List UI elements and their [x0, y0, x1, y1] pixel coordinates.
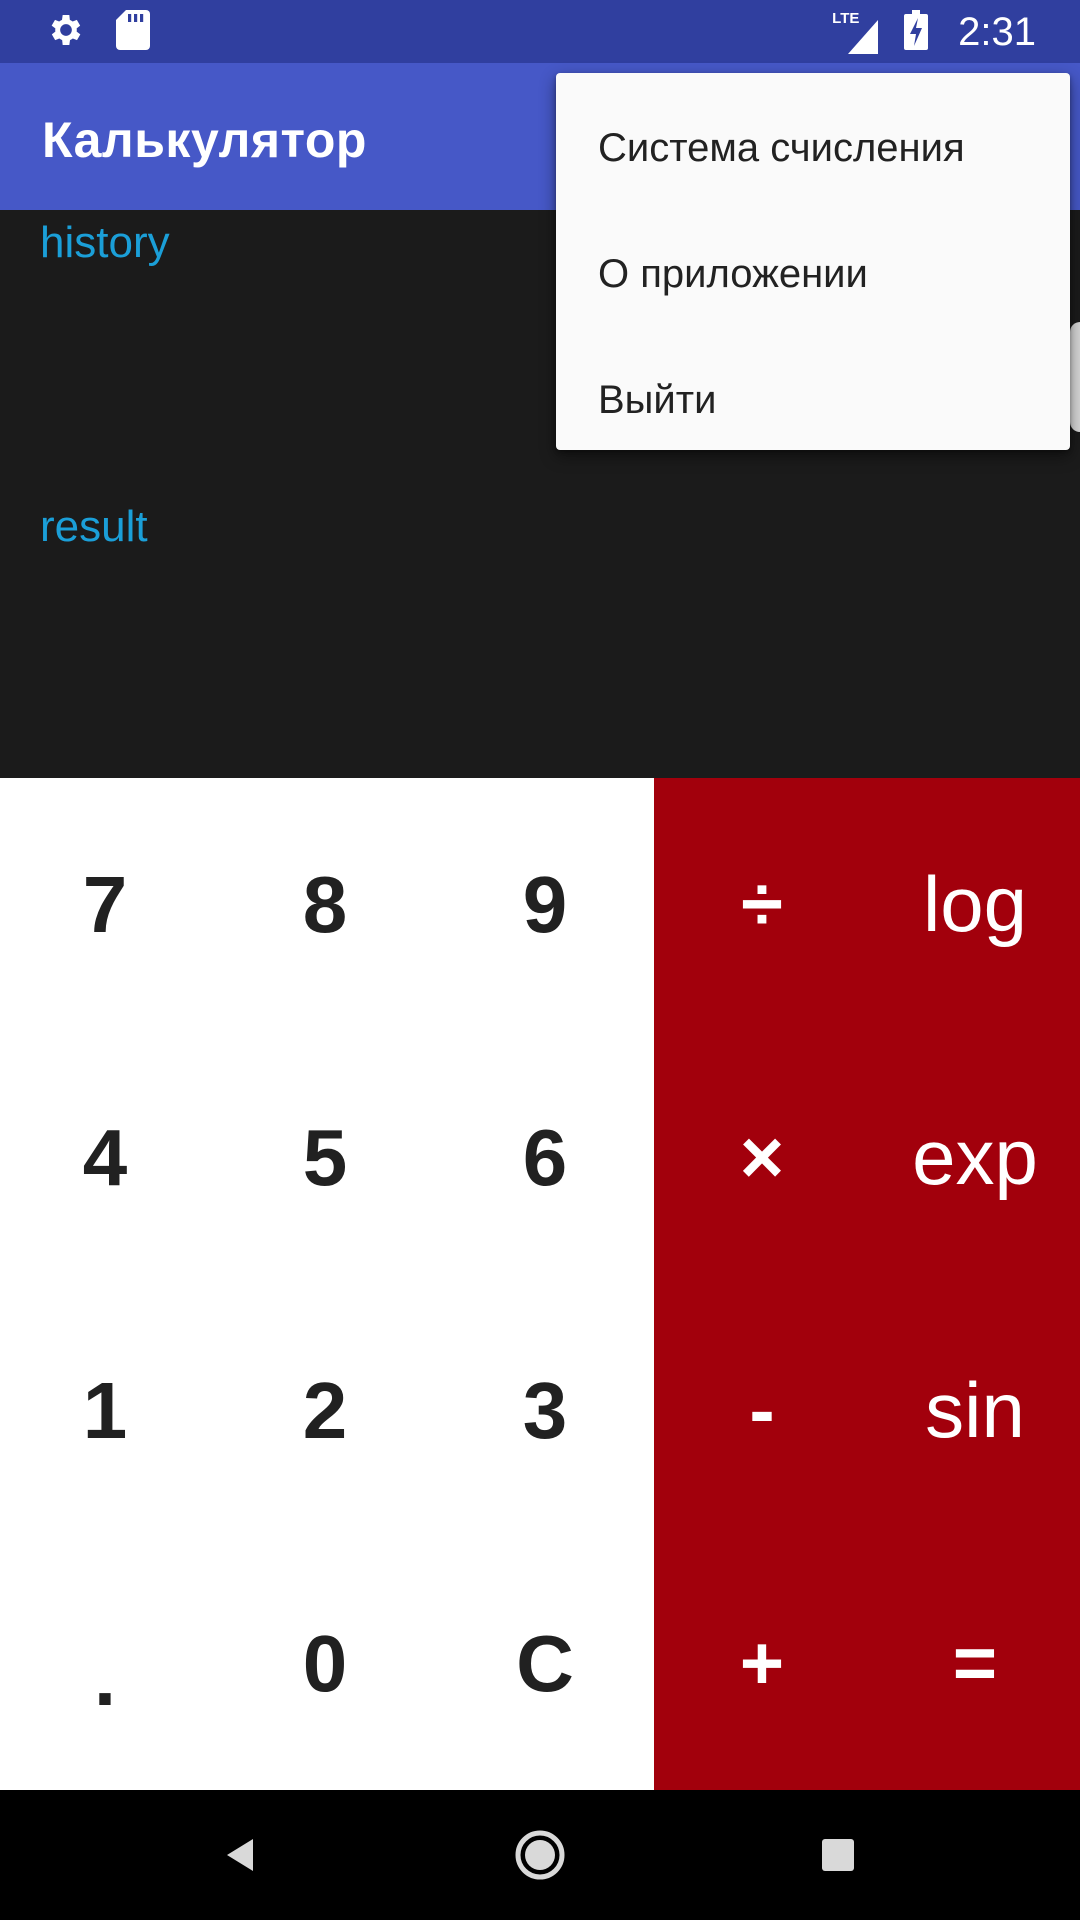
key-add[interactable]: + [654, 1537, 870, 1790]
keypad: 7 8 9 4 5 6 1 2 3 . 0 C ÷ × - + log exp … [0, 778, 1080, 1790]
recents-icon[interactable] [803, 1820, 873, 1890]
menu-item-exit[interactable]: Выйти [556, 337, 1070, 463]
key-7[interactable]: 7 [0, 778, 210, 1031]
home-icon[interactable] [505, 1820, 575, 1890]
history-text: history [40, 218, 170, 267]
clock: 2:31 [958, 9, 1036, 54]
key-subtract[interactable]: - [654, 1284, 870, 1537]
menu-item-about[interactable]: О приложении [556, 211, 1070, 337]
key-0[interactable]: 0 [220, 1537, 430, 1790]
key-3[interactable]: 3 [440, 1284, 650, 1537]
key-exp[interactable]: exp [870, 1031, 1080, 1284]
key-log[interactable]: log [870, 778, 1080, 1031]
result-text: result [40, 502, 148, 551]
key-9[interactable]: 9 [440, 778, 650, 1031]
key-decimal[interactable]: . [0, 1537, 210, 1790]
digit-panel: 7 8 9 4 5 6 1 2 3 . 0 C [0, 778, 654, 1790]
key-sin[interactable]: sin [870, 1284, 1080, 1537]
key-equals[interactable]: = [870, 1537, 1080, 1790]
key-1[interactable]: 1 [0, 1284, 210, 1537]
key-clear[interactable]: C [440, 1537, 650, 1790]
status-bar: LTE 2:31 [0, 0, 1080, 63]
menu-item-number-system[interactable]: Система счисления [556, 85, 1070, 211]
signal-icon: LTE [832, 10, 884, 54]
overflow-menu: Система счисления О приложении Выйти [556, 73, 1070, 450]
key-6[interactable]: 6 [440, 1031, 650, 1284]
sd-card-icon [116, 10, 150, 54]
key-4[interactable]: 4 [0, 1031, 210, 1284]
display-edge [1070, 322, 1080, 432]
key-5[interactable]: 5 [220, 1031, 430, 1284]
settings-icon [46, 10, 86, 54]
back-icon[interactable] [206, 1820, 276, 1890]
app-title: Калькулятор [42, 112, 367, 168]
key-8[interactable]: 8 [220, 778, 430, 1031]
battery-charging-icon [904, 10, 929, 54]
operator-panel: ÷ × - + log exp sin = [654, 778, 1080, 1790]
key-2[interactable]: 2 [220, 1284, 430, 1537]
key-multiply[interactable]: × [654, 1031, 870, 1284]
key-divide[interactable]: ÷ [654, 778, 870, 1031]
navigation-bar [0, 1790, 1080, 1920]
